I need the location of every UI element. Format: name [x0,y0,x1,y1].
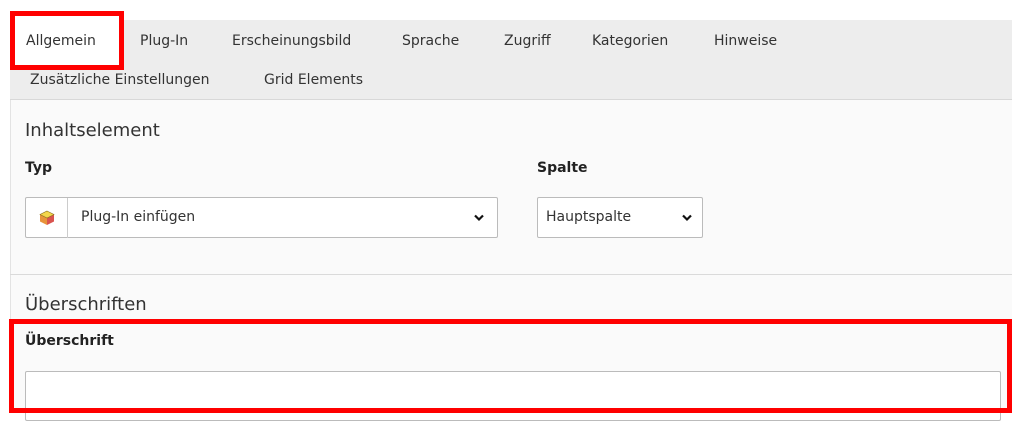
tab-bar: Allgemein Plug-In Erscheinungsbild Sprac… [10,20,1012,100]
section-title-ueberschriften: Überschriften [25,294,147,315]
type-select-value: Plug-In einfügen [81,209,196,225]
tab-allgemein[interactable]: Allgemein [26,33,96,49]
section-title-inhaltselement: Inhaltselement [25,120,160,141]
tab-kategorien[interactable]: Kategorien [592,33,668,49]
tab-erscheinungsbild[interactable]: Erscheinungsbild [232,33,351,49]
type-icon-cell [26,198,68,238]
header-input[interactable] [25,371,1001,421]
type-label: Typ [25,160,53,176]
section-divider [10,274,1012,275]
column-label: Spalte [537,160,588,176]
header-label: Überschrift [25,333,114,349]
chevron-down-icon [474,214,484,222]
chevron-down-icon [682,214,692,222]
plugin-cube-icon [39,210,55,225]
column-select[interactable]: Hauptspalte [537,197,703,238]
tab-sprache[interactable]: Sprache [402,33,459,49]
tab-zusaetzliche-einstellungen[interactable]: Zusätzliche Einstellungen [30,72,210,88]
tab-hinweise[interactable]: Hinweise [714,33,777,49]
tab-grid-elements[interactable]: Grid Elements [264,72,363,88]
tab-zugriff[interactable]: Zugriff [504,33,551,49]
tab-plug-in[interactable]: Plug-In [140,33,188,49]
column-select-value: Hauptspalte [546,209,632,225]
form-content [10,100,1012,408]
type-select[interactable]: Plug-In einfügen [25,197,498,238]
